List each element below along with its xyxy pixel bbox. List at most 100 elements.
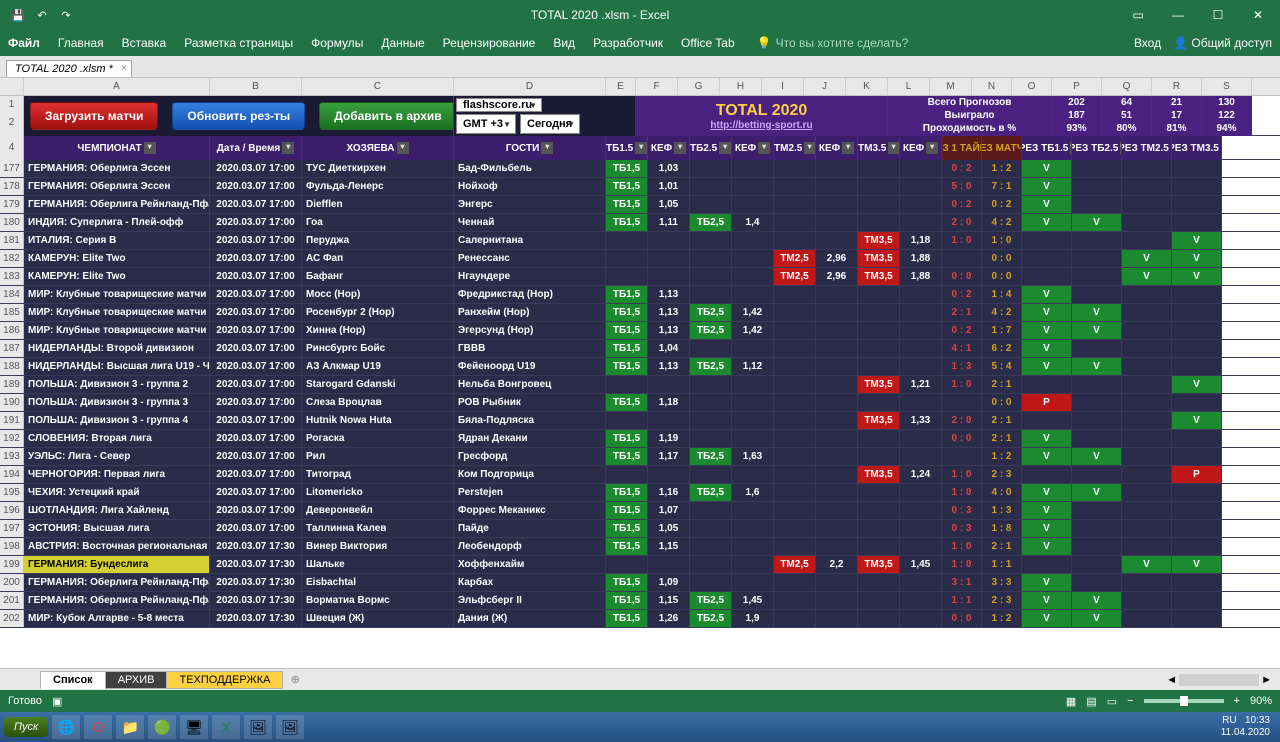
col-D[interactable]: D — [454, 78, 606, 95]
cell-km25[interactable] — [816, 466, 858, 483]
cell-away[interactable]: Ренессанс — [454, 250, 606, 267]
cell-rm25[interactable] — [1122, 160, 1172, 177]
cell-rm25[interactable] — [1122, 358, 1172, 375]
cell-home[interactable]: Слеза Вроцлав — [302, 394, 454, 411]
cell-r15[interactable] — [1022, 232, 1072, 249]
excel-icon[interactable]: X — [212, 715, 240, 739]
cell-k15[interactable]: 1,18 — [648, 394, 690, 411]
cell-rm25[interactable]: V — [1122, 268, 1172, 285]
cell-score1[interactable] — [942, 394, 982, 411]
cell-tm25[interactable] — [774, 448, 816, 465]
cell-km35[interactable] — [900, 484, 942, 501]
start-button[interactable]: Пуск — [4, 717, 48, 737]
cell-rm35[interactable]: V — [1172, 556, 1222, 573]
cell-date[interactable]: 2020.03.07 17:00 — [210, 484, 302, 501]
cell-km25[interactable] — [816, 448, 858, 465]
cell-away[interactable]: Фредрикстад (Нор) — [454, 286, 606, 303]
chrome-icon[interactable]: 🟢 — [148, 715, 176, 739]
cell-score2[interactable]: 0 : 0 — [982, 268, 1022, 285]
cell-score1[interactable]: 0 : 3 — [942, 502, 982, 519]
cell-rm35[interactable] — [1172, 160, 1222, 177]
cell-score2[interactable]: 1 : 0 — [982, 232, 1022, 249]
cell-score1[interactable]: 3 : 1 — [942, 574, 982, 591]
cell-km35[interactable] — [900, 448, 942, 465]
row-header[interactable]: 196 — [0, 502, 24, 519]
cell-tm25[interactable]: ТМ2,5 — [774, 556, 816, 573]
cell-tb15[interactable]: ТБ1,5 — [606, 358, 648, 375]
cell-tm25[interactable] — [774, 178, 816, 195]
source-select[interactable]: flashscore.ru — [456, 98, 542, 112]
cell-champ[interactable]: ИНДИЯ: Суперлига - Плей-офф — [24, 214, 210, 231]
cell-home[interactable]: ТУС Диеткирхен — [302, 160, 454, 177]
cell-km25[interactable] — [816, 196, 858, 213]
load-matches-button[interactable]: Загрузить матчи — [30, 102, 158, 130]
cell-home[interactable]: Бафанг — [302, 268, 454, 285]
col-O[interactable]: O — [1012, 78, 1052, 95]
cell-away[interactable]: Ядран Декани — [454, 430, 606, 447]
cell-r25[interactable] — [1072, 556, 1122, 573]
add-sheet-icon[interactable]: ⊕ — [290, 673, 299, 686]
cell-date[interactable]: 2020.03.07 17:30 — [210, 556, 302, 573]
cell-champ[interactable]: ГЕРМАНИЯ: Бундеслига — [24, 556, 210, 573]
cell-tm35[interactable] — [858, 592, 900, 609]
cell-tm25[interactable] — [774, 196, 816, 213]
cell-tm35[interactable]: ТМ3,5 — [858, 376, 900, 393]
cell-k15[interactable]: 1,16 — [648, 484, 690, 501]
cell-km35[interactable]: 1,88 — [900, 268, 942, 285]
tell-me[interactable]: 💡 Что вы хотите сделать? — [757, 36, 909, 50]
cell-rm25[interactable] — [1122, 232, 1172, 249]
filter-icon[interactable]: ▾ — [888, 142, 899, 154]
cell-km35[interactable] — [900, 178, 942, 195]
row-header[interactable]: 4 — [0, 136, 24, 160]
cell-km35[interactable] — [900, 538, 942, 555]
cell-km35[interactable] — [900, 340, 942, 357]
cell-tb15[interactable] — [606, 232, 648, 249]
cell-km25[interactable] — [816, 520, 858, 537]
select-all[interactable] — [0, 78, 24, 95]
tab-office[interactable]: Office Tab — [681, 36, 735, 50]
cell-r15[interactable] — [1022, 412, 1072, 429]
cell-k25[interactable]: 1,4 — [732, 214, 774, 231]
cell-tb15[interactable]: ТБ1,5 — [606, 448, 648, 465]
cell-k25[interactable]: 1,12 — [732, 358, 774, 375]
cell-r25[interactable] — [1072, 232, 1122, 249]
cell-score1[interactable]: 4 : 1 — [942, 340, 982, 357]
view-layout-icon[interactable]: ▤ — [1086, 695, 1096, 708]
row-header[interactable]: 200 — [0, 574, 24, 591]
cell-k25[interactable]: 1,42 — [732, 304, 774, 321]
cell-champ[interactable]: МИР: Клубные товарищеские матчи — [24, 286, 210, 303]
cell-r25[interactable]: V — [1072, 484, 1122, 501]
row-header[interactable]: 184 — [0, 286, 24, 303]
cell-km35[interactable] — [900, 286, 942, 303]
cell-tb15[interactable]: ТБ1,5 — [606, 430, 648, 447]
tz-select[interactable]: GMT +3 — [456, 114, 516, 134]
row-header[interactable]: 188 — [0, 358, 24, 375]
cell-champ[interactable]: ПОЛЬША: Дивизион 3 - группа 4 — [24, 412, 210, 429]
cell-home[interactable]: Хинна (Нор) — [302, 322, 454, 339]
cell-away[interactable]: Нгаундере — [454, 268, 606, 285]
cell-k15[interactable]: 1,07 — [648, 502, 690, 519]
cell-km35[interactable] — [900, 574, 942, 591]
cell-k25[interactable] — [732, 232, 774, 249]
cell-score2[interactable]: 1 : 2 — [982, 610, 1022, 627]
cell-k15[interactable]: 1,17 — [648, 448, 690, 465]
cell-date[interactable]: 2020.03.07 17:00 — [210, 376, 302, 393]
cell-date[interactable]: 2020.03.07 17:00 — [210, 520, 302, 537]
cell-km35[interactable] — [900, 430, 942, 447]
cell-home[interactable]: Росенбург 2 (Нор) — [302, 304, 454, 321]
cell-champ[interactable]: ЭСТОНИЯ: Высшая лига — [24, 520, 210, 537]
cell-rm35[interactable]: V — [1172, 250, 1222, 267]
cell-home[interactable]: Винер Виктория — [302, 538, 454, 555]
cell-tm25[interactable] — [774, 394, 816, 411]
cell-tm25[interactable] — [774, 304, 816, 321]
cell-tm35[interactable] — [858, 394, 900, 411]
row-header[interactable]: 192 — [0, 430, 24, 447]
cell-k25[interactable] — [732, 268, 774, 285]
cell-r15[interactable]: V — [1022, 502, 1072, 519]
cell-score2[interactable]: 2 : 3 — [982, 592, 1022, 609]
cell-score2[interactable]: 5 : 4 — [982, 358, 1022, 375]
row-header[interactable]: 185 — [0, 304, 24, 321]
cell-rm25[interactable] — [1122, 466, 1172, 483]
cell-score2[interactable]: 1 : 1 — [982, 556, 1022, 573]
cell-km25[interactable] — [816, 286, 858, 303]
